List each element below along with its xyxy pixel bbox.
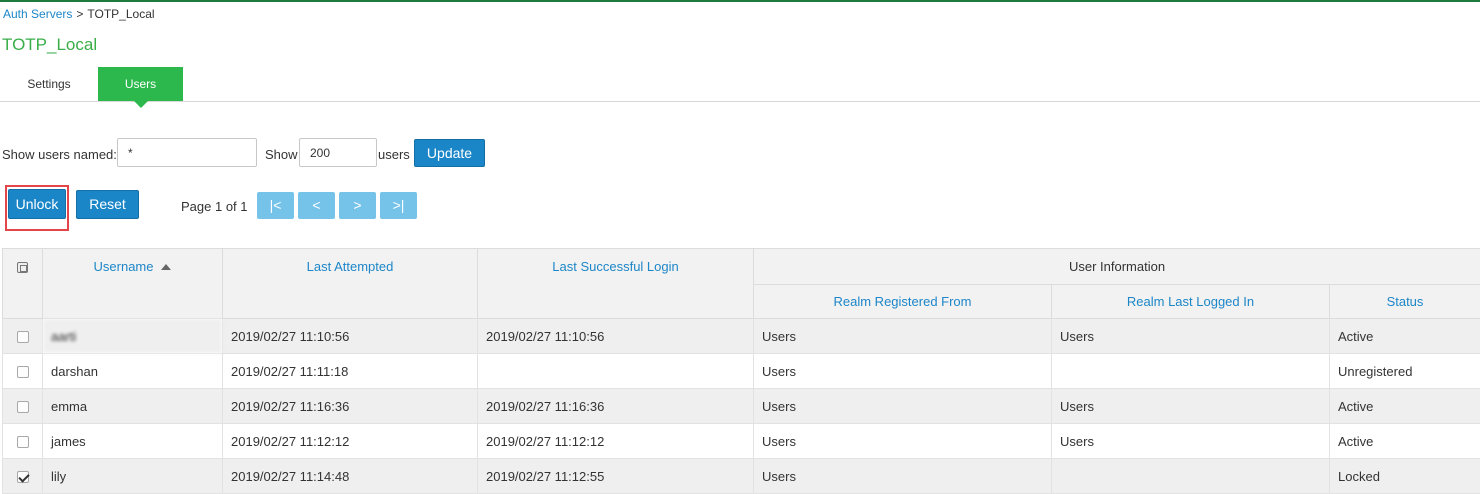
select-all-checkbox[interactable] [17,262,28,273]
realm-last-logged-in-column-header[interactable]: Realm Last Logged In [1052,285,1330,319]
last-successful-cell: 2019/02/27 11:10:56 [478,319,754,354]
last-attempted-cell: 2019/02/27 11:11:18 [223,354,478,389]
breadcrumb-separator: > [76,7,83,21]
username-cell: emma [43,389,223,424]
realm-last-cell [1052,459,1330,494]
page-indicator: Page 1 of 1 [181,199,248,214]
username-cell: james [43,424,223,459]
last-successful-cell: 2019/02/27 11:16:36 [478,389,754,424]
username-cell: aarti [43,319,223,354]
last-attempted-cell: 2019/02/27 11:12:12 [223,424,478,459]
top-rule [0,0,1480,2]
table-row: lily 2019/02/27 11:14:48 2019/02/27 11:1… [3,459,1480,494]
row-checkbox[interactable] [17,401,29,413]
username-text: darshan [51,364,98,379]
update-button[interactable]: Update [414,139,485,167]
sort-ascending-icon [161,264,171,270]
realm-registered-from-column-header[interactable]: Realm Registered From [754,285,1052,319]
last-attempted-cell: 2019/02/27 11:14:48 [223,459,478,494]
status-column-header[interactable]: Status [1330,285,1480,319]
tab-users[interactable]: Users [98,67,183,101]
tab-users-label: Users [125,77,156,91]
last-successful-cell [478,354,754,389]
page-title: TOTP_Local [2,35,97,55]
realm-registered-cell: Users [754,389,1052,424]
table-row: emma 2019/02/27 11:16:36 2019/02/27 11:1… [3,389,1480,424]
username-header-label: Username [94,259,154,274]
table-row: james 2019/02/27 11:12:12 2019/02/27 11:… [3,424,1480,459]
user-information-group-header: User Information [754,249,1480,285]
last-attempted-cell: 2019/02/27 11:16:36 [223,389,478,424]
realm-registered-cell: Users [754,424,1052,459]
realm-registered-cell: Users [754,354,1052,389]
row-select-cell [3,424,43,459]
realm-registered-cell: Users [754,459,1052,494]
previous-page-button[interactable]: < [298,192,335,219]
unlock-button[interactable]: Unlock [8,189,66,219]
row-select-cell [3,319,43,354]
breadcrumb-current: TOTP_Local [87,7,154,21]
tab-bar: Settings Users [0,67,1480,102]
last-attempted-column-header[interactable]: Last Attempted [223,249,478,319]
table-row: aarti 2019/02/27 11:10:56 2019/02/27 11:… [3,319,1480,354]
username-cell: darshan [43,354,223,389]
row-select-cell [3,389,43,424]
user-count-input[interactable] [299,138,377,167]
first-page-button[interactable]: |< [257,192,294,219]
show-users-named-label: Show users named: [2,147,117,162]
realm-last-cell: Users [1052,424,1330,459]
row-checkbox[interactable] [17,436,29,448]
realm-last-cell: Users [1052,389,1330,424]
active-tab-caret-icon [134,101,148,108]
row-select-cell [3,354,43,389]
breadcrumb-auth-servers-link[interactable]: Auth Servers [3,7,72,21]
row-checkbox-checked[interactable] [17,471,29,483]
realm-last-cell [1052,354,1330,389]
last-successful-cell: 2019/02/27 11:12:12 [478,424,754,459]
username-column-header[interactable]: Username [43,249,223,319]
row-checkbox[interactable] [17,331,29,343]
last-attempted-cell: 2019/02/27 11:10:56 [223,319,478,354]
table-row: darshan 2019/02/27 11:11:18 Users Unregi… [3,354,1480,389]
row-checkbox[interactable] [17,366,29,378]
last-successful-cell: 2019/02/27 11:12:55 [478,459,754,494]
status-cell: Active [1330,424,1480,459]
last-successful-login-column-header[interactable]: Last Successful Login [478,249,754,319]
realm-last-cell: Users [1052,319,1330,354]
users-table: Username Last Attempted Last Successful … [2,248,1480,494]
users-label: users [378,147,410,162]
tab-settings[interactable]: Settings [0,67,98,101]
select-all-header [3,249,43,319]
realm-registered-cell: Users [754,319,1052,354]
status-cell: Active [1330,389,1480,424]
username-cell: lily [43,459,223,494]
status-cell: Locked [1330,459,1480,494]
last-page-button[interactable]: >| [380,192,417,219]
breadcrumb: Auth Servers > TOTP_Local [3,7,155,21]
row-select-cell [3,459,43,494]
status-cell: Unregistered [1330,354,1480,389]
username-filter-input[interactable] [117,138,257,167]
status-cell: Active [1330,319,1480,354]
show-label: Show [265,147,298,162]
reset-button[interactable]: Reset [76,190,139,219]
next-page-button[interactable]: > [339,192,376,219]
